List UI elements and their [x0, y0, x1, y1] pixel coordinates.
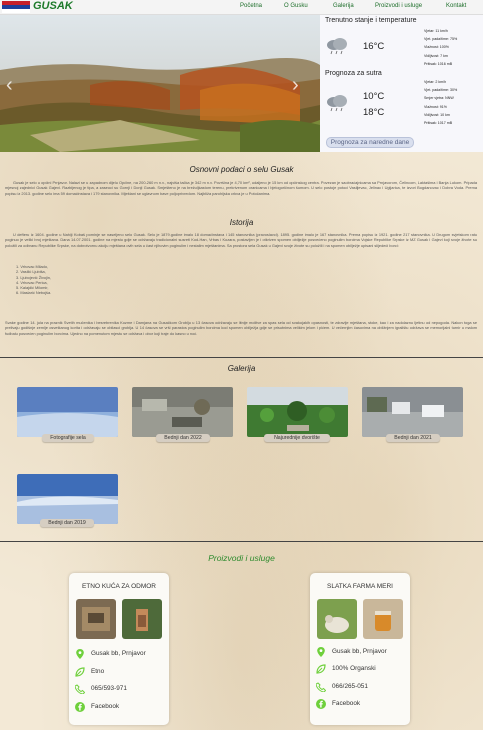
gallery-thumb-bednji-dan-2022[interactable] [132, 387, 233, 437]
stat-line: Vjet. pada/time: 30% [424, 88, 458, 93]
facebook-icon[interactable] [316, 699, 326, 709]
stat-line: Vlažnost: 100% [424, 45, 449, 50]
forecast-temperature-low: 18°C [363, 107, 385, 118]
gallery-caption[interactable]: Bednji dan 2019 [40, 519, 94, 527]
top-navbar: GUSAK Početna O Gusku Galerija Proizvodi… [0, 0, 483, 15]
rain-cloud-icon [327, 38, 347, 55]
card-address-row: Gusak bb, Prnjavor [75, 649, 169, 659]
phone-icon [316, 682, 326, 692]
stat-line: Pritisak: 1016 mB [424, 61, 453, 66]
nav-link-proizvodi[interactable]: Proizvodi i usluge [375, 3, 422, 9]
logo-text[interactable]: GUSAK [33, 0, 73, 12]
leaf-icon [75, 667, 85, 677]
card-type: 100% Organski [332, 665, 376, 672]
card-image [122, 599, 162, 639]
product-card-etno-kuca[interactable]: ETNO KUĆA ZA ODMOR Gusak bb, Prnjavor Et… [69, 573, 169, 725]
history-text: U defteru iz 1604. godine u Nahiji Kobaš… [5, 232, 477, 248]
logo-flag-icon[interactable] [2, 1, 30, 13]
facebook-icon[interactable] [75, 702, 85, 712]
leaf-icon [316, 664, 326, 674]
card-image [317, 599, 357, 639]
stat-line: Vjetar: 2 km/h [424, 80, 447, 84]
stat-line: Vidljivost: 7 km [424, 53, 448, 58]
gallery-title: Galerija [227, 364, 256, 373]
card-address-row: Gusak bb, Prnjavor [316, 647, 410, 657]
nav-link-kontakt[interactable]: Kontakt [446, 3, 466, 9]
current-weather-title: Trenutno stanje i temperature [325, 17, 417, 24]
stat-line: Smjer vjetra: NNW [424, 96, 454, 101]
nav-link-galerija[interactable]: Galerija [333, 3, 354, 9]
fighters-list: 1. Vrhovac Milado, 2. Vasilić Ljubiša, 3… [16, 264, 51, 296]
card-facebook[interactable]: Facebook [91, 703, 119, 710]
card-phone-row[interactable]: 066/265-051 [316, 682, 410, 692]
stat-line: Vidljivost: 10 km [424, 112, 450, 117]
card-type-row: Etno [75, 667, 169, 677]
card-image [363, 599, 403, 639]
card-address: Gusak bb, Prnjavor [332, 648, 387, 655]
section-divider [0, 357, 483, 358]
location-pin-icon [76, 649, 84, 659]
card-phone-row[interactable]: 065/593-971 [75, 684, 169, 694]
card-facebook[interactable]: Facebook [332, 700, 360, 707]
rain-cloud-icon [327, 95, 347, 112]
forecast-temperature-high: 10°C [363, 91, 385, 102]
stat-line: Vjet. pada/time: 75% [424, 37, 458, 42]
gallery-thumb-bednji-dan-2021[interactable] [362, 387, 463, 437]
forecast-next-days-button[interactable]: Prognoza za naredne dane [326, 137, 414, 148]
card-title: ETNO KUĆA ZA ODMOR [81, 583, 157, 590]
card-facebook-row[interactable]: Facebook [75, 702, 169, 712]
gallery-caption[interactable]: Najurednije dvorište [264, 434, 330, 442]
location-pin-icon [317, 647, 325, 657]
gallery-thumb-fotografije-sela[interactable] [17, 387, 118, 437]
about-text: Gusak je selo u općini Prnjavor. Nalazi … [5, 180, 477, 196]
current-temperature: 16°C [363, 41, 385, 52]
card-phone[interactable]: 065/593-971 [91, 685, 127, 692]
products-title: Proizvodi i usluge [208, 553, 275, 563]
stat-line: Pritisak: 1017 mB [424, 121, 453, 126]
phone-icon [75, 684, 85, 694]
landscape-photo [0, 15, 320, 152]
list-item: 6. Maslarić Nebojša. [16, 290, 52, 296]
card-phone[interactable]: 066/265-051 [332, 683, 368, 690]
history-text-2: Svake godine 14. jula na praznik Svetih … [5, 320, 477, 336]
stat-line: Vlažnost: 91% [424, 104, 447, 109]
forecast-title: Prognoza za sutra [325, 70, 382, 77]
gallery-thumb-bednji-dan-2019[interactable] [17, 474, 118, 524]
nav-link-o-gusku[interactable]: O Gusku [284, 3, 308, 9]
gallery-thumb-najurednije-dvoriste[interactable] [247, 387, 348, 437]
gallery-caption[interactable]: Bednji dan 2021 [386, 434, 440, 442]
carousel-next-arrow-icon[interactable]: › [292, 75, 299, 95]
history-title: Istorija [229, 218, 254, 227]
card-address: Gusak bb, Prnjavor [91, 650, 146, 657]
card-title: SLATKA FARMA MERI [327, 583, 393, 590]
product-card-slatka-farma[interactable]: SLATKA FARMA MERI Gusak bb, Prnjavor 100… [310, 573, 410, 725]
gallery-caption[interactable]: Bednji dan 2022 [156, 434, 210, 442]
current-weather-stats: Vjetar: 11 km/h Vjet. pada/time: 75% Vla… [424, 27, 457, 68]
weather-widget: Trenutno stanje i temperature 16°C Vjeta… [320, 15, 483, 152]
stat-line: Vjetar: 11 km/h [424, 29, 448, 33]
about-title: Osnovni podaci o selu Gusak [189, 165, 294, 174]
card-image [76, 599, 116, 639]
card-type: Etno [91, 668, 105, 675]
nav-link-pocetna[interactable]: Početna [240, 3, 262, 9]
section-divider [0, 541, 483, 542]
card-facebook-row[interactable]: Facebook [316, 699, 410, 709]
gallery-caption[interactable]: Fotografije sela [42, 434, 94, 442]
hero-carousel-image: ‹ › [0, 15, 320, 152]
forecast-weather-stats: Vjetar: 2 km/h Vjet. pada/time: 30% Smje… [424, 78, 457, 127]
carousel-prev-arrow-icon[interactable]: ‹ [6, 75, 13, 95]
card-type-row: 100% Organski [316, 664, 410, 674]
